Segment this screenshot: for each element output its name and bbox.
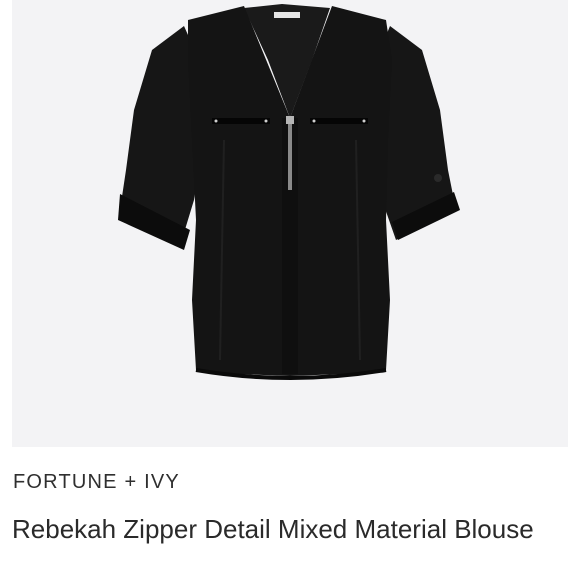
- neck-label: [274, 12, 300, 18]
- left-pocket-flap: [212, 118, 270, 124]
- brand-name[interactable]: FORTUNE + IVY: [13, 471, 180, 494]
- product-image[interactable]: [12, 0, 568, 447]
- right-sleeve-button: [434, 174, 442, 182]
- right-pocket-flap: [310, 118, 368, 124]
- product-title: Rebekah Zipper Detail Mixed Material Blo…: [12, 514, 534, 544]
- zipper: [288, 116, 292, 190]
- zipper-pull: [286, 116, 294, 124]
- blouse-illustration: [118, 4, 460, 380]
